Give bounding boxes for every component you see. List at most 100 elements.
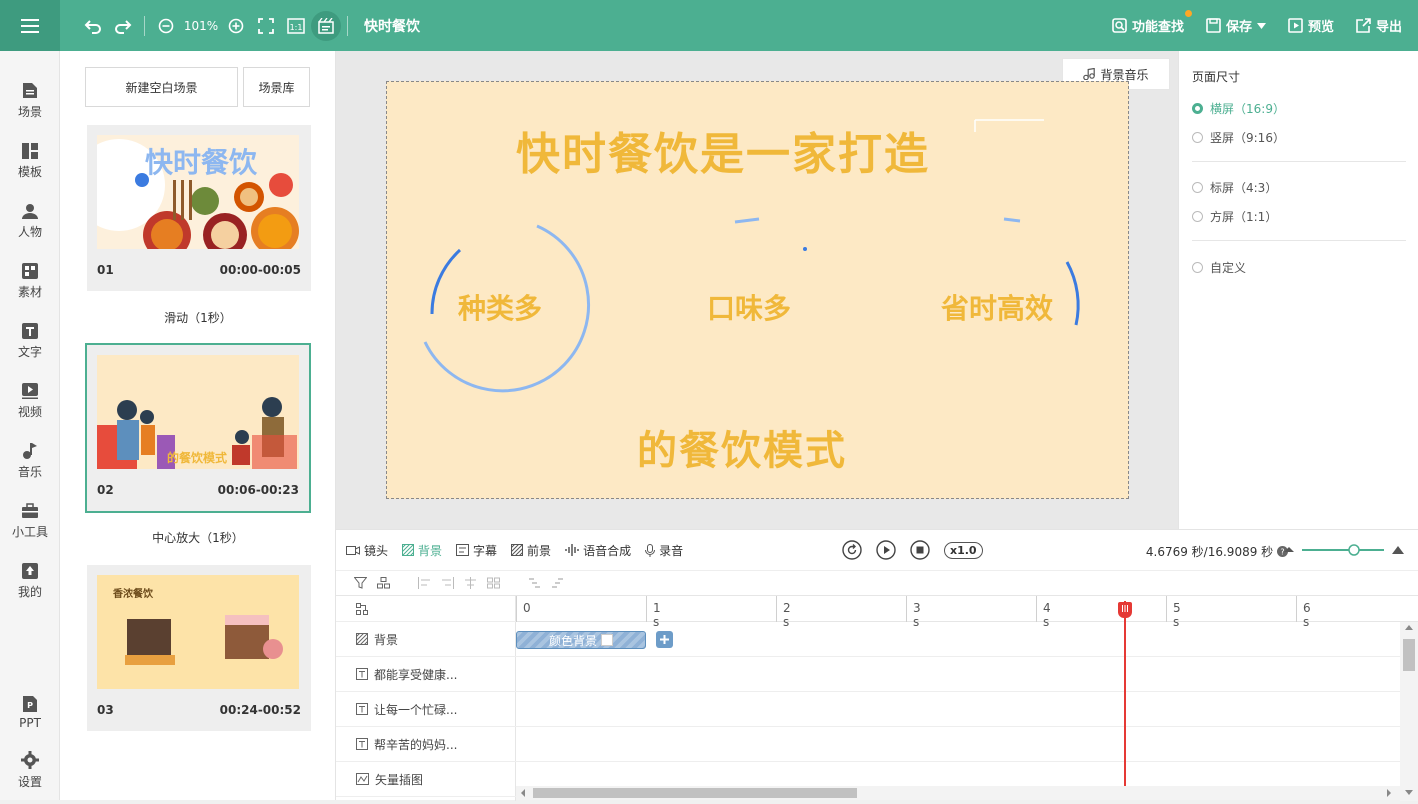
scene-library-button[interactable]: 场景库 xyxy=(243,67,310,107)
radio-portrait[interactable]: 竖屏（9:16） xyxy=(1192,129,1285,146)
track-text-2[interactable]: 让每一个忙碌... xyxy=(336,692,516,727)
nav-template[interactable]: 模板 xyxy=(0,130,60,180)
canvas-headline[interactable]: 快时餐饮是一家打造 xyxy=(516,118,930,182)
radio-square[interactable]: 方屏（1:1） xyxy=(1192,208,1277,225)
actual-size-button[interactable]: 1:1 xyxy=(281,11,311,41)
scene-thumbnail: 的餐饮模式 xyxy=(97,355,299,469)
menu-button[interactable] xyxy=(0,0,60,51)
feature-search-label: 功能查找 xyxy=(1131,20,1184,35)
scene-thumbnail: 快时餐饮 xyxy=(97,135,299,249)
scrollbar-graphic xyxy=(1403,625,1415,795)
redo-button[interactable] xyxy=(108,11,138,41)
radio-custom[interactable]: 自定义 xyxy=(1192,259,1246,276)
scene-transition[interactable]: 滑动（1秒） xyxy=(60,309,336,326)
align-center-icon[interactable] xyxy=(464,577,477,589)
track-vector[interactable]: 矢量插图 xyxy=(336,762,516,797)
add-clip-button[interactable] xyxy=(656,631,673,648)
track-background[interactable]: 背景 xyxy=(336,622,516,657)
tab-record[interactable]: 录音 xyxy=(645,542,683,559)
replay-button[interactable] xyxy=(842,540,862,560)
nav-material[interactable]: 素材 xyxy=(0,250,60,300)
nav-text[interactable]: 文字 xyxy=(0,310,60,360)
scene-card-01[interactable]: 快时餐饮 01 00:00-00:05 xyxy=(87,125,311,291)
feature-search-button[interactable]: 功能查找 xyxy=(1112,10,1192,35)
tree-icon[interactable] xyxy=(356,602,368,615)
vertical-scrollbar[interactable] xyxy=(1400,622,1418,801)
properties-panel: 页面尺寸 横屏（16:9） 竖屏（9:16） 标屏（4:3） 方屏（1:1） 自… xyxy=(1178,51,1418,529)
zoom-out-button[interactable] xyxy=(151,11,181,41)
align-right-icon[interactable] xyxy=(441,577,454,589)
nav-video-label: 视频 xyxy=(17,405,42,419)
scene-card-02[interactable]: 的餐饮模式 02 00:06-00:23 xyxy=(85,343,311,513)
color-swatch xyxy=(601,634,613,646)
canvas-item-taste[interactable]: 口味多 xyxy=(707,287,791,327)
clapper-icon xyxy=(318,17,334,34)
track-row-text-2[interactable] xyxy=(516,692,1400,727)
fullscreen-button[interactable] xyxy=(251,11,281,41)
radio-circle xyxy=(1192,182,1203,193)
scene-card-03[interactable]: 香浓餐饮 03 00:24-00:52 xyxy=(87,565,311,731)
nav-person[interactable]: 人物 xyxy=(0,190,60,240)
timeline-zoom-slider[interactable] xyxy=(1284,542,1404,558)
actual-size-icon: 1:1 xyxy=(287,17,305,34)
tab-subtitle[interactable]: 字幕 xyxy=(456,542,497,559)
timeline-ruler[interactable]: 0 1 s 2 s 3 s 4 s 5 s 6 s xyxy=(516,596,1418,629)
canvas-area: 背景音乐 快时餐饮是一家打造 种类多 口味多 省时高效 的餐饮模式 xyxy=(336,51,1178,529)
nav-video[interactable]: 视频 xyxy=(0,370,60,420)
playback-speed[interactable]: x1.0 xyxy=(944,541,983,559)
canvas-item-variety[interactable]: 种类多 xyxy=(458,287,542,327)
stagger-up-icon[interactable] xyxy=(551,577,564,589)
new-blank-scene-button[interactable]: 新建空白场景 xyxy=(85,67,238,107)
align-left-icon[interactable] xyxy=(418,577,431,589)
nav-music[interactable]: 音乐 xyxy=(0,430,60,480)
track-text-1[interactable]: 都能享受健康... xyxy=(336,657,516,692)
tab-foreground[interactable]: 前景 xyxy=(511,542,551,559)
tab-tts[interactable]: 语音合成 xyxy=(565,542,631,559)
play-button[interactable] xyxy=(876,540,896,560)
canvas-stage[interactable]: 快时餐饮是一家打造 种类多 口味多 省时高效 的餐饮模式 xyxy=(386,81,1129,499)
zoom-slider-graphic xyxy=(1284,544,1404,556)
save-button[interactable]: 保存 xyxy=(1206,16,1266,35)
person-icon xyxy=(22,204,38,219)
export-button[interactable]: 导出 xyxy=(1356,16,1402,35)
nav-scene[interactable]: 场景 xyxy=(0,70,60,120)
separator xyxy=(144,15,145,36)
scene-transition[interactable]: 中心放大（1秒） xyxy=(60,529,336,546)
tab-label: 字幕 xyxy=(473,543,498,558)
nav-settings[interactable]: 设置 xyxy=(0,740,60,790)
video-icon xyxy=(22,383,38,399)
filter-icon[interactable] xyxy=(354,577,367,589)
group-icon[interactable] xyxy=(377,577,390,589)
tab-camera[interactable]: 镜头 xyxy=(346,542,388,559)
radio-standard[interactable]: 标屏（4:3） xyxy=(1192,179,1277,196)
playhead-handle[interactable] xyxy=(1118,602,1132,618)
color-background-clip[interactable]: 颜色背景 xyxy=(516,631,646,649)
nav-toolbox[interactable]: 小工具 xyxy=(0,490,60,540)
scene-thumb-title: 的餐饮模式 xyxy=(167,451,228,465)
distribute-icon[interactable] xyxy=(487,577,500,589)
horizontal-scrollbar[interactable] xyxy=(516,786,1400,800)
stop-button[interactable] xyxy=(910,540,930,560)
ruler-tick: 4 s xyxy=(1036,596,1051,629)
stagger-down-icon[interactable] xyxy=(528,577,541,589)
project-title[interactable]: 快时餐饮 xyxy=(364,16,420,36)
tab-background[interactable]: 背景 xyxy=(402,542,442,559)
canvas-item-efficient[interactable]: 省时高效 xyxy=(941,287,1053,327)
zoom-in-button[interactable] xyxy=(221,11,251,41)
canvas-footer-text[interactable]: 的餐饮模式 xyxy=(637,418,847,476)
nav-mine[interactable]: 我的 xyxy=(0,550,60,600)
track-row-text-1[interactable] xyxy=(516,657,1400,692)
preview-button[interactable]: 预览 xyxy=(1288,16,1334,35)
track-row-text-3[interactable] xyxy=(516,727,1400,762)
track-row-background[interactable]: 颜色背景 xyxy=(516,622,1400,657)
subtitle-mode-button[interactable] xyxy=(311,10,341,41)
fullscreen-icon xyxy=(258,17,274,34)
radio-label: 标屏（4:3） xyxy=(1210,181,1278,195)
undo-button[interactable] xyxy=(78,11,108,41)
background-icon xyxy=(356,633,368,645)
radio-landscape[interactable]: 横屏（16:9） xyxy=(1192,100,1285,117)
track-text-3[interactable]: 帮辛苦的妈妈... xyxy=(336,727,516,762)
clip-label: 颜色背景 xyxy=(548,633,597,648)
scene-thumb-title: 香浓餐饮 xyxy=(113,589,153,600)
nav-ppt[interactable]: P PPT xyxy=(0,680,60,730)
